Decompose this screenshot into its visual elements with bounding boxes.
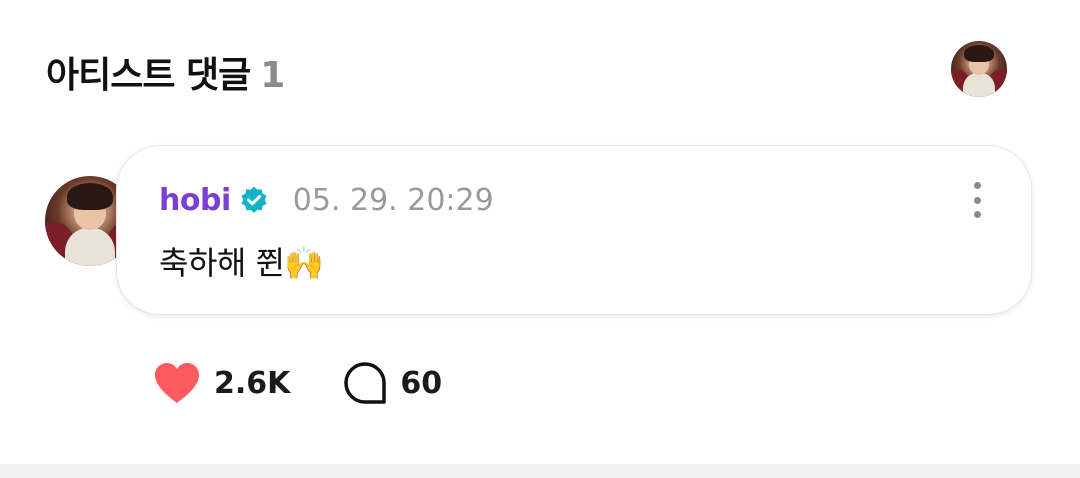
like-button[interactable]: 2.6K	[152, 360, 290, 406]
more-vertical-icon[interactable]	[965, 180, 989, 220]
speech-bubble-icon	[344, 362, 387, 404]
comment-bubble[interactable]: hobi 05. 29. 20:29 축하해 쮠🙌	[116, 145, 1032, 315]
section-title-label: 아티스트 댓글	[46, 55, 251, 96]
author-name[interactable]: hobi	[159, 183, 231, 218]
comment-timestamp: 05. 29. 20:29	[292, 182, 494, 218]
heart-icon	[155, 363, 199, 403]
comment-actions: 2.6K 60	[152, 358, 442, 408]
comment-count: 1	[260, 55, 285, 96]
more-dot	[973, 211, 981, 218]
avatar-hair	[964, 45, 994, 63]
avatar-shirt	[64, 228, 116, 266]
avatar-hair	[66, 183, 114, 211]
avatar-shirt	[963, 73, 995, 97]
reply-count: 60	[400, 365, 443, 401]
reply-button[interactable]: 60	[342, 360, 442, 406]
section-title: 아티스트 댓글 1	[46, 46, 285, 98]
comment-meta: hobi 05. 29. 20:29	[159, 180, 494, 220]
artist-comments-header: 아티스트 댓글 1	[0, 0, 1080, 140]
verified-badge-icon	[241, 186, 267, 213]
comment-text: 축하해 쮠🙌	[159, 244, 324, 282]
artist-avatar-icon[interactable]	[951, 41, 1007, 97]
more-dot	[973, 182, 981, 189]
section-divider	[0, 464, 1080, 478]
like-count: 2.6K	[214, 365, 291, 401]
more-dot	[973, 196, 981, 204]
